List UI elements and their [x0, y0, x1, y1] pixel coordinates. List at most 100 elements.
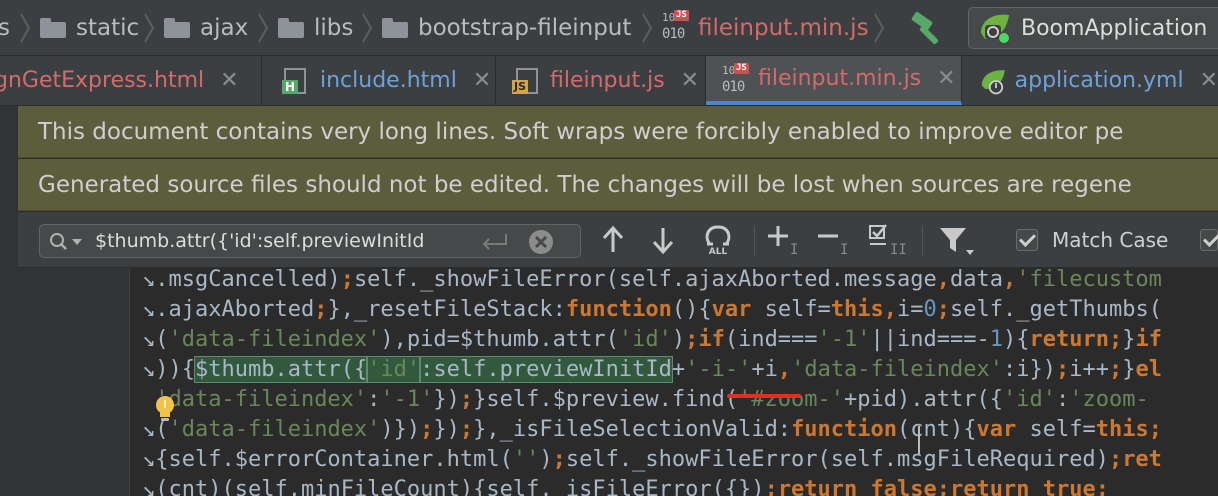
- filter-icon[interactable]: [936, 222, 976, 258]
- code-line: ↘{self.$errorContainer.html('');self._sh…: [142, 445, 1162, 475]
- code-token: ;: [1148, 417, 1162, 442]
- checkbox-checked-icon[interactable]: [1200, 229, 1218, 251]
- close-tab-icon[interactable]: ✕: [220, 68, 238, 93]
- code-token: 'id': [618, 327, 672, 352]
- svg-text:II: II: [890, 242, 907, 258]
- code-token: $thumb.attr({: [193, 356, 369, 383]
- code-token: ,: [883, 297, 898, 322]
- code-token: :self.previewInitId: [419, 356, 673, 383]
- search-field[interactable]: [39, 224, 581, 258]
- code-token: :: [367, 387, 381, 412]
- add-occurrence-icon[interactable]: I: [766, 222, 806, 258]
- checkbox-checked-icon[interactable]: [1016, 229, 1038, 251]
- code-token: ;: [459, 417, 474, 442]
- html-file-icon: H: [282, 66, 312, 96]
- code-token: function: [565, 297, 672, 322]
- close-tab-icon[interactable]: ✕: [473, 68, 491, 93]
- tab-include-html[interactable]: H include.html ✕: [262, 56, 496, 105]
- select-all-occurrences-multi-icon[interactable]: II: [868, 222, 908, 258]
- code-token: :: [1055, 387, 1070, 412]
- match-case-checkbox[interactable]: Match Case: [1016, 222, 1186, 258]
- toolbar-divider: [754, 226, 755, 256]
- breadcrumb-separator-icon: [258, 13, 269, 43]
- editor-tab-bar: gnGetExpress.html ✕ H include.html ✕ JS …: [0, 56, 1218, 106]
- words-checkbox[interactable]: [1200, 222, 1218, 258]
- code-token: +i: [751, 357, 778, 382]
- search-history-icon[interactable]: [48, 231, 88, 253]
- run-configuration-selector[interactable]: BoomApplication: [968, 7, 1218, 49]
- toolbar-divider: [922, 226, 923, 256]
- code-token: (ind===: [724, 327, 818, 352]
- code-token: ): [539, 447, 553, 472]
- generated-source-notification: Generated source files should not be edi…: [18, 159, 1218, 211]
- breadcrumb-item-fileinput-min-js[interactable]: 10 010 JS fileinput.min.js: [662, 0, 869, 56]
- code-token: ;: [340, 268, 354, 292]
- code-line: ↘(cnt)(self.minFileCount){self._isFileEr…: [142, 475, 1109, 496]
- js-file-icon: JS: [512, 66, 542, 96]
- code-token: return: [1029, 327, 1109, 352]
- code-token: ;: [1095, 477, 1109, 496]
- code-token: }: [1122, 327, 1136, 352]
- close-tab-icon[interactable]: ✕: [1200, 68, 1218, 93]
- code-token: 'filecustom: [1016, 268, 1162, 292]
- close-tab-icon[interactable]: ✕: [681, 68, 699, 93]
- select-all-occurrences-icon[interactable]: ALL: [698, 222, 738, 258]
- breadcrumb-separator-icon: [144, 13, 155, 43]
- code-token: }self.$preview.find(: [473, 387, 739, 412]
- code-token: 'id': [1002, 387, 1056, 412]
- code-token: (cnt): [155, 477, 222, 496]
- code-token: ;: [314, 297, 328, 322]
- code-token: '': [512, 447, 540, 472]
- breadcrumb-item-ajax[interactable]: ajax: [164, 0, 248, 56]
- close-tab-icon[interactable]: ✕: [937, 66, 955, 91]
- editor-gutter: [18, 268, 130, 496]
- code-token: ): [671, 327, 686, 352]
- code-token: '-i-': [685, 357, 752, 382]
- previous-occurrence-icon[interactable]: [598, 222, 628, 258]
- breadcrumb-separator-icon: [20, 13, 31, 43]
- code-token: 'zoom-: [1069, 387, 1149, 412]
- find-toolbar: ALL I I II Match Case: [18, 212, 1218, 268]
- code-token: self._showFileError(self.ajaxAborted.mes…: [353, 268, 937, 292]
- code-editor[interactable]: ↘.msgCancelled);self._showFileError(self…: [130, 268, 1218, 496]
- code-token: :i}): [1003, 357, 1056, 382]
- code-token: self=: [1029, 417, 1096, 442]
- code-token: ;: [1108, 447, 1123, 472]
- breadcrumb-item-s[interactable]: s: [0, 0, 10, 56]
- newline-icon[interactable]: [480, 232, 510, 252]
- code-token: self=: [764, 297, 831, 322]
- tab-application-yml[interactable]: application.yml ✕: [962, 56, 1218, 105]
- remove-occurrence-icon[interactable]: I: [816, 222, 856, 258]
- code-token: var: [976, 417, 1030, 442]
- navigation-bar: s static ajax libs bootstrap-fileinput 1…: [0, 0, 1218, 56]
- code-token: return: [950, 477, 1043, 496]
- code-token: 'data-fileindex': [168, 327, 381, 352]
- spring-boot-icon: [981, 14, 1009, 43]
- tab-gngetexpress-html[interactable]: gnGetExpress.html ✕: [0, 56, 262, 105]
- code-token: {self.$errorContainer.html(: [155, 447, 513, 472]
- search-input[interactable]: [95, 228, 465, 254]
- hammer-icon[interactable]: [908, 10, 948, 46]
- code-token: {self._isFileError({}): [473, 477, 765, 496]
- code-token: )}): [380, 417, 421, 442]
- code-token: ;: [936, 477, 951, 496]
- soft-wrap-icon: ↘: [142, 357, 156, 382]
- code-token: 1: [989, 327, 1003, 352]
- svg-text:I: I: [790, 242, 798, 258]
- lightbulb-intention-icon[interactable]: [152, 394, 178, 424]
- breadcrumb-item-bootstrap-fileinput[interactable]: bootstrap-fileinput: [382, 0, 631, 56]
- clear-search-icon[interactable]: [528, 229, 554, 255]
- code-token: ;: [552, 447, 566, 472]
- code-token: 'data-fileindex': [155, 387, 368, 412]
- next-occurrence-icon[interactable]: [648, 222, 678, 258]
- code-token: (: [155, 327, 169, 352]
- breadcrumb-item-libs[interactable]: libs: [278, 0, 353, 56]
- tab-fileinput-js[interactable]: JS fileinput.js ✕: [496, 56, 706, 105]
- code-token: i=: [897, 297, 924, 322]
- breadcrumb-item-static[interactable]: static: [40, 0, 139, 56]
- folder-icon: [164, 18, 190, 38]
- tab-fileinput-min-js[interactable]: 10 010 JS fileinput.min.js ✕: [706, 56, 962, 105]
- soft-wrap-icon: ↘: [142, 477, 156, 496]
- tool-window-strip: [0, 106, 18, 496]
- minified-js-file-icon: 10 010 JS: [662, 10, 689, 42]
